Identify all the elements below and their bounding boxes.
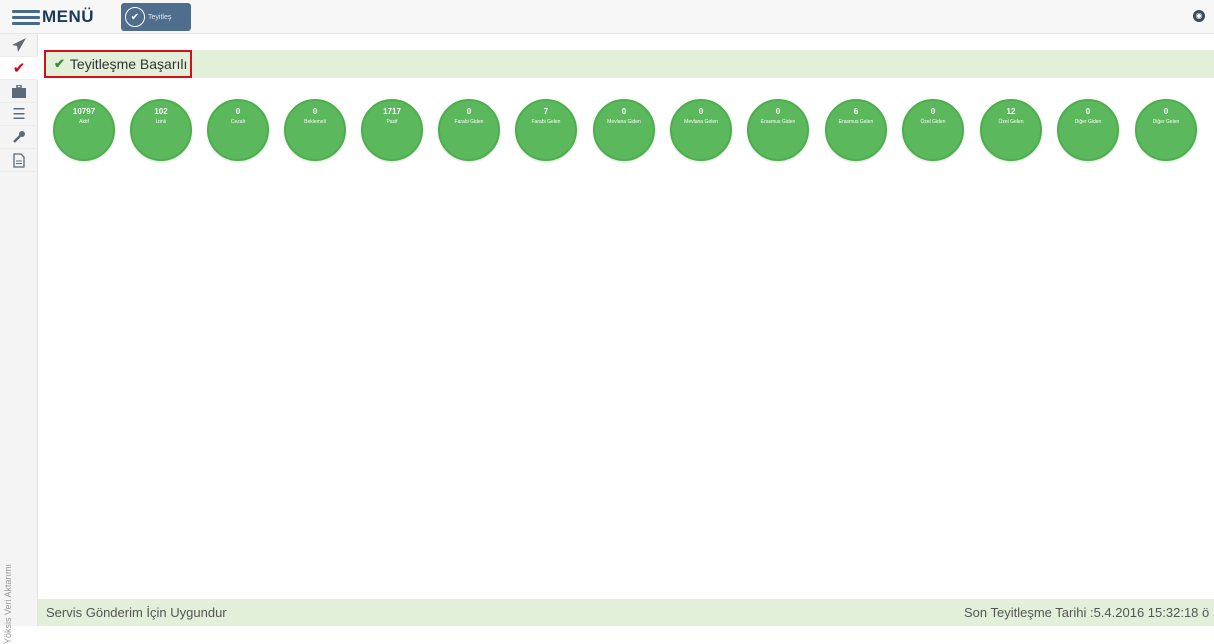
stat-value: 0 — [621, 107, 627, 116]
stat-label: Diğer Gelen — [1152, 119, 1180, 125]
stat-label: Pasif — [386, 119, 398, 125]
stat-label: Özel Giden — [920, 119, 946, 125]
success-text: Teyitleşme Başarılı — [69, 56, 188, 72]
menu-label: MENÜ — [42, 7, 95, 26]
stat-circle[interactable]: 0 Farabi Giden — [438, 99, 500, 161]
stat-label: Aktif — [79, 119, 89, 125]
stat-circle[interactable]: 7 Farabi Gelen — [515, 99, 577, 161]
stat-value: 0 — [1085, 107, 1091, 116]
stat-circle[interactable]: 0 Mevlana Giden — [593, 99, 655, 161]
menu-button[interactable]: MENÜ — [12, 6, 94, 28]
stat-value: 0 — [312, 107, 318, 116]
stat-value: 12 — [1006, 107, 1016, 116]
stats-row: 10797 Aktif 102 İzinli 0 Cezalı 0 Beklemeli … — [53, 99, 1213, 161]
stat-value: 10797 — [72, 107, 96, 116]
stat-circle[interactable]: 0 Diğer Giden — [1057, 99, 1119, 161]
stat-value: 7 — [543, 107, 549, 116]
stat-label: Farabi Gelen — [531, 119, 561, 125]
sidebar: ✔ ☰ Yöksis Veri Aktarımı — [0, 34, 38, 644]
check-icon[interactable]: ✔ — [0, 57, 38, 80]
stat-label: Diğer Giden — [1074, 119, 1102, 125]
hamburger-icon — [12, 7, 40, 27]
stat-circle[interactable]: 1717 Pasif — [361, 99, 423, 161]
stat-value: 0 — [235, 107, 241, 116]
status-footer: Servis Gönderim İçin Uygundur Son Teyitl… — [38, 599, 1214, 626]
stat-value: 6 — [853, 107, 859, 116]
globe-icon[interactable]: ◉ — [1193, 10, 1205, 22]
stat-circle[interactable]: 0 Diğer Gelen — [1135, 99, 1197, 161]
stat-circle[interactable]: 0 Mevlana Gelen — [670, 99, 732, 161]
success-banner: ✔ Teyitleşme Başarılı — [44, 50, 1214, 78]
stat-circle[interactable]: 0 Beklemeli — [284, 99, 346, 161]
stat-label: Beklemeli — [304, 119, 326, 125]
stat-label: Erasmus Giden — [760, 119, 796, 125]
stat-circle[interactable]: 102 İzinli — [130, 99, 192, 161]
stat-value: 1717 — [383, 107, 401, 116]
stat-label: Mevlana Giden — [607, 119, 641, 125]
stat-label: Mevlana Gelen — [684, 119, 718, 125]
wrench-icon[interactable] — [0, 126, 38, 149]
stat-value: 0 — [1163, 107, 1169, 116]
teyitles-button[interactable]: ✔ Teyitleş — [121, 3, 191, 31]
stat-label: Cezalı — [230, 119, 246, 125]
stat-label: İzinli — [155, 119, 166, 125]
stat-label: Farabi Giden — [454, 119, 484, 125]
briefcase-icon[interactable] — [0, 80, 38, 103]
success-message: ✔ Teyitleşme Başarılı — [44, 50, 192, 78]
last-sync-text: Son Teyitleşme Tarihi :5.4.2016 15:32:18… — [964, 605, 1210, 620]
stat-value: 0 — [775, 107, 781, 116]
list-icon[interactable]: ☰ — [0, 103, 38, 126]
stat-value: 0 — [466, 107, 472, 116]
document-icon[interactable] — [0, 149, 38, 172]
stat-circle[interactable]: 0 Özel Giden — [902, 99, 964, 161]
check-circle-icon: ✔ — [125, 7, 145, 27]
stat-circle[interactable]: 0 Cezalı — [207, 99, 269, 161]
stat-label: Özel Gelen — [998, 119, 1024, 125]
send-icon[interactable] — [0, 34, 38, 57]
stat-label: Erasmus Gelen — [838, 119, 874, 125]
check-icon: ✔ — [54, 56, 65, 71]
stat-value: 102 — [154, 107, 168, 116]
vertical-app-label: Yöksis Veri Aktarımı — [3, 563, 13, 644]
top-bar: MENÜ ✔ Teyitleş ◉ — [0, 0, 1214, 34]
stat-value: 0 — [930, 107, 936, 116]
stat-circle[interactable]: 6 Erasmus Gelen — [825, 99, 887, 161]
teyitles-label: Teyitleş — [148, 13, 172, 21]
stat-circle[interactable]: 12 Özel Gelen — [980, 99, 1042, 161]
stat-circle[interactable]: 0 Erasmus Giden — [747, 99, 809, 161]
stat-value: 0 — [698, 107, 704, 116]
stat-circle[interactable]: 10797 Aktif — [53, 99, 115, 161]
service-status-text: Servis Gönderim İçin Uygundur — [46, 605, 227, 620]
